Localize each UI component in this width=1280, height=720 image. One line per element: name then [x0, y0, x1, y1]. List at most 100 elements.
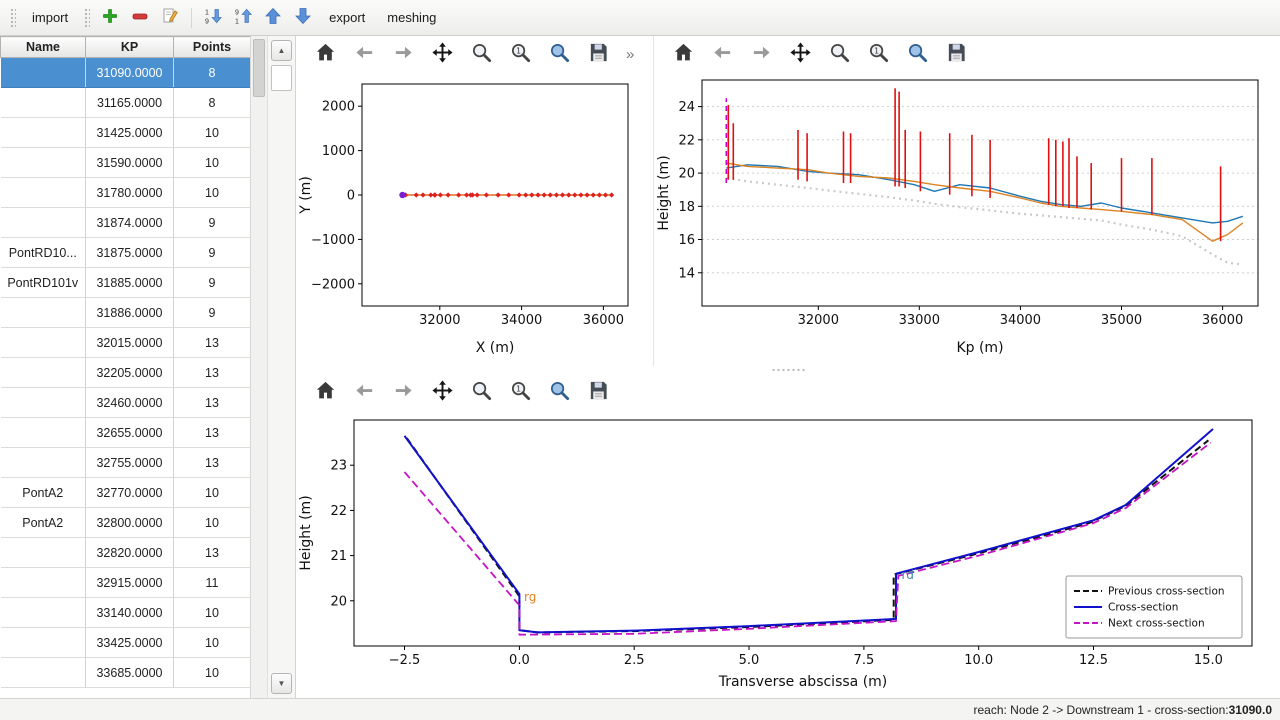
- zoom-button[interactable]: [464, 38, 498, 70]
- scroll-down-button[interactable]: ▼: [271, 673, 292, 694]
- cell-name[interactable]: PontRD10...: [1, 238, 86, 268]
- cell-name[interactable]: [1, 88, 86, 118]
- cell-name[interactable]: [1, 598, 86, 628]
- menu-meshing[interactable]: meshing: [377, 6, 446, 29]
- table-row[interactable]: 33140.000010: [1, 598, 251, 628]
- cell-name[interactable]: [1, 328, 86, 358]
- table-row[interactable]: 32755.000013: [1, 448, 251, 478]
- cell-name[interactable]: PontA2: [1, 508, 86, 538]
- cell-kp[interactable]: 32755.0000: [86, 448, 174, 478]
- table-row[interactable]: 31425.000010: [1, 118, 251, 148]
- table-row[interactable]: 31090.00008: [1, 58, 251, 88]
- cell-kp[interactable]: 32770.0000: [86, 478, 174, 508]
- table-scrollbar[interactable]: [250, 36, 267, 698]
- column-header-name[interactable]: Name: [1, 37, 86, 58]
- cell-name[interactable]: [1, 58, 86, 88]
- cell-kp[interactable]: 33140.0000: [86, 598, 174, 628]
- cell-points[interactable]: 9: [174, 238, 251, 268]
- cell-points[interactable]: 13: [174, 328, 251, 358]
- table-row[interactable]: 31886.00009: [1, 298, 251, 328]
- table-row[interactable]: 32460.000013: [1, 388, 251, 418]
- cell-kp[interactable]: 32655.0000: [86, 418, 174, 448]
- table-row[interactable]: 32655.000013: [1, 418, 251, 448]
- cell-name[interactable]: [1, 628, 86, 658]
- splitter-handle[interactable]: [296, 366, 1280, 374]
- table-row[interactable]: 31590.000010: [1, 148, 251, 178]
- sort-descending-button[interactable]: 91: [229, 4, 257, 32]
- cell-kp[interactable]: 31425.0000: [86, 118, 174, 148]
- plan-view-chart[interactable]: 320003400036000−2000−1000010002000X (m)Y…: [296, 72, 644, 360]
- cell-points[interactable]: 13: [174, 418, 251, 448]
- save-button[interactable]: [581, 38, 615, 70]
- cell-name[interactable]: [1, 538, 86, 568]
- profile-chart[interactable]: 3200033000340003500036000141618202224Kp …: [654, 72, 1270, 360]
- cell-kp[interactable]: 32915.0000: [86, 568, 174, 598]
- table-row[interactable]: 32015.000013: [1, 328, 251, 358]
- table-row[interactable]: PontRD101v31885.00009: [1, 268, 251, 298]
- zoom-button[interactable]: [822, 38, 856, 70]
- table-scrollbar-thumb[interactable]: [253, 39, 265, 97]
- cell-kp[interactable]: 31874.0000: [86, 208, 174, 238]
- save-button[interactable]: [581, 376, 615, 408]
- toolbar-drag-handle[interactable]: [84, 8, 90, 28]
- cell-points[interactable]: 9: [174, 208, 251, 238]
- table-row[interactable]: 31874.00009: [1, 208, 251, 238]
- panel-scrollbar[interactable]: ▲ ▼: [267, 36, 295, 698]
- cell-points[interactable]: 13: [174, 448, 251, 478]
- cell-name[interactable]: PontRD101v: [1, 268, 86, 298]
- table-row[interactable]: 33685.000010: [1, 658, 251, 688]
- subplots-button[interactable]: 1: [861, 38, 895, 70]
- toolbar-overflow-icon[interactable]: »: [626, 46, 634, 63]
- add-cross-section-button[interactable]: [96, 4, 124, 32]
- cell-kp[interactable]: 33425.0000: [86, 628, 174, 658]
- cell-name[interactable]: [1, 118, 86, 148]
- subplots-button[interactable]: 1: [503, 376, 537, 408]
- cell-kp[interactable]: 31590.0000: [86, 148, 174, 178]
- column-header-points[interactable]: Points: [174, 37, 251, 58]
- cell-name[interactable]: [1, 658, 86, 688]
- cell-points[interactable]: 10: [174, 478, 251, 508]
- cell-name[interactable]: [1, 448, 86, 478]
- forward-button[interactable]: [744, 38, 778, 70]
- edit-cross-section-button[interactable]: [156, 4, 184, 32]
- cell-points[interactable]: 9: [174, 298, 251, 328]
- back-button[interactable]: [705, 38, 739, 70]
- cell-kp[interactable]: 32800.0000: [86, 508, 174, 538]
- cell-kp[interactable]: 32820.0000: [86, 538, 174, 568]
- move-up-button[interactable]: [259, 4, 287, 32]
- cell-name[interactable]: [1, 178, 86, 208]
- subplots-button[interactable]: 1: [503, 38, 537, 70]
- cell-kp[interactable]: 31090.0000: [86, 58, 174, 88]
- cell-name[interactable]: [1, 358, 86, 388]
- cell-points[interactable]: 8: [174, 88, 251, 118]
- pan-button[interactable]: [425, 38, 459, 70]
- table-row[interactable]: PontA232770.000010: [1, 478, 251, 508]
- cell-name[interactable]: PontA2: [1, 478, 86, 508]
- cell-points[interactable]: 10: [174, 148, 251, 178]
- table-row[interactable]: 33425.000010: [1, 628, 251, 658]
- customize-button[interactable]: [542, 376, 576, 408]
- back-button[interactable]: [347, 376, 381, 408]
- cell-name[interactable]: [1, 388, 86, 418]
- cell-points[interactable]: 11: [174, 568, 251, 598]
- cell-kp[interactable]: 31780.0000: [86, 178, 174, 208]
- menu-export[interactable]: export: [319, 6, 375, 29]
- menu-import[interactable]: import: [22, 6, 78, 29]
- forward-button[interactable]: [386, 38, 420, 70]
- cell-points[interactable]: 13: [174, 388, 251, 418]
- cell-kp[interactable]: 32205.0000: [86, 358, 174, 388]
- back-button[interactable]: [347, 38, 381, 70]
- home-button[interactable]: [308, 376, 342, 408]
- move-down-button[interactable]: [289, 4, 317, 32]
- cell-points[interactable]: 10: [174, 598, 251, 628]
- cell-points[interactable]: 10: [174, 658, 251, 688]
- remove-cross-section-button[interactable]: [126, 4, 154, 32]
- table-row[interactable]: 31165.00008: [1, 88, 251, 118]
- save-button[interactable]: [939, 38, 973, 70]
- table-row[interactable]: PontA232800.000010: [1, 508, 251, 538]
- cell-kp[interactable]: 32015.0000: [86, 328, 174, 358]
- table-row[interactable]: PontRD10...31875.00009: [1, 238, 251, 268]
- cross-section-chart[interactable]: −2.50.02.55.07.510.012.515.020212223Tran…: [296, 410, 1266, 694]
- cell-kp[interactable]: 31886.0000: [86, 298, 174, 328]
- home-button[interactable]: [666, 38, 700, 70]
